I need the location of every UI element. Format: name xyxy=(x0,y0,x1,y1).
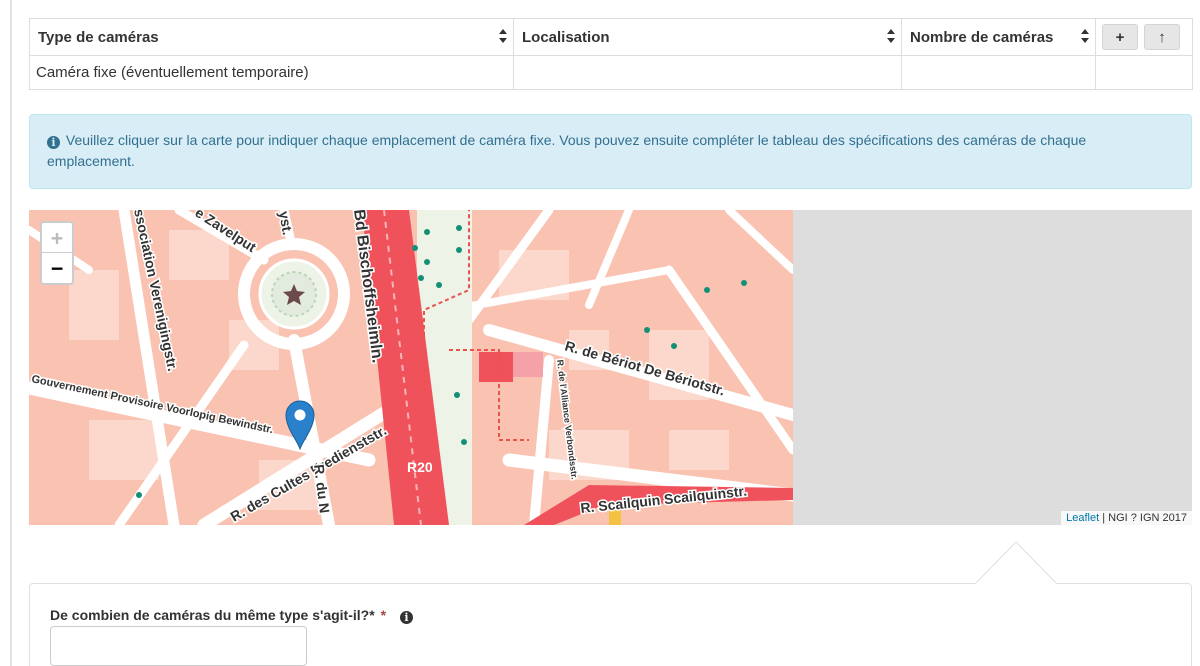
col-header-location[interactable]: Localisation xyxy=(513,18,902,56)
col-header-count[interactable]: Nombre de caméras xyxy=(901,18,1096,56)
cell-actions xyxy=(1095,55,1193,90)
info-alert: i Veuillez cliquer sur la carte pour ind… xyxy=(29,114,1192,189)
table-row[interactable]: Caméra fixe (éventuellement temporaire) xyxy=(29,55,1193,90)
info-icon[interactable]: i xyxy=(399,611,413,624)
sort-icon xyxy=(1081,29,1089,43)
sort-icon xyxy=(499,29,507,43)
table-header-row: Type de caméras Localisation Nombre de c… xyxy=(29,18,1193,56)
required-marker: * xyxy=(380,607,387,623)
zoom-in-button[interactable]: + xyxy=(42,223,72,253)
col-header-type[interactable]: Type de caméras xyxy=(29,18,514,56)
map-attribution-text: | NGI ? IGN 2017 xyxy=(1099,512,1187,524)
col-header-location-label: Localisation xyxy=(522,28,610,46)
camera-count-input[interactable] xyxy=(50,626,307,666)
map-attribution: Leaflet | NGI ? IGN 2017 xyxy=(1061,511,1192,525)
info-icon: i xyxy=(47,136,60,149)
cell-location xyxy=(513,55,902,90)
zoom-out-button[interactable]: − xyxy=(42,253,72,283)
question-label-text: De combien de caméras du même type s'agi… xyxy=(50,607,375,623)
zoom-control: + − xyxy=(40,221,74,285)
col-header-count-label: Nombre de caméras xyxy=(910,28,1054,46)
popover-arrow xyxy=(975,541,1057,585)
add-row-button[interactable]: + xyxy=(1102,24,1138,50)
sort-icon xyxy=(887,29,895,43)
cell-count xyxy=(901,55,1096,90)
location-marker-icon[interactable] xyxy=(285,400,315,450)
move-up-button[interactable]: ↑ xyxy=(1144,24,1180,50)
col-header-type-label: Type de caméras xyxy=(38,28,159,46)
cameras-table: Type de caméras Localisation Nombre de c… xyxy=(29,18,1193,90)
map-tiles: e Zavelput yst. Bd Bischoffsheimln. ssoc… xyxy=(29,210,793,525)
col-header-actions: + ↑ xyxy=(1095,18,1193,56)
camera-count-question: De combien de caméras du même type s'agi… xyxy=(50,607,413,624)
leaflet-link[interactable]: Leaflet xyxy=(1066,512,1099,524)
info-alert-text: Veuillez cliquer sur la carte pour indiq… xyxy=(47,132,1087,169)
left-border-rule xyxy=(10,0,12,666)
cell-type: Caméra fixe (éventuellement temporaire) xyxy=(29,55,514,90)
highway-label-r20: R20 xyxy=(407,459,433,475)
map-canvas[interactable]: e Zavelput yst. Bd Bischoffsheimln. ssoc… xyxy=(29,210,1192,525)
